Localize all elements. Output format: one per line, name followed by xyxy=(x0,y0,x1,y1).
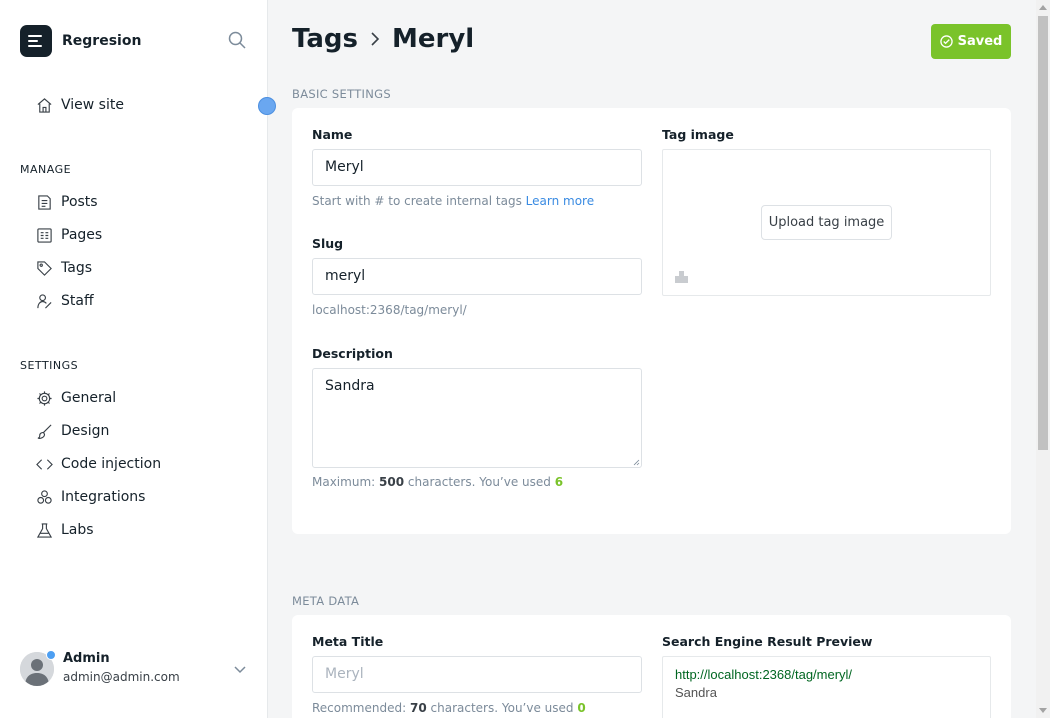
main-content: Tags Meryl Saved BASIC SETTINGS Name Mer… xyxy=(268,0,1036,718)
nav-design-label: Design xyxy=(61,423,110,439)
meta-title-hint: Recommended: 70 characters. You’ve used … xyxy=(312,701,586,715)
brand[interactable]: Regresion xyxy=(20,25,141,57)
integrations-icon xyxy=(37,489,52,504)
slug-label: Slug xyxy=(312,236,344,251)
learn-more-link[interactable]: Learn more xyxy=(526,194,594,208)
staff-icon xyxy=(37,293,52,309)
nav-general[interactable]: General xyxy=(36,387,116,409)
search-icon[interactable] xyxy=(228,31,246,49)
description-hint: Maximum: 500 characters. You’ve used 6 xyxy=(312,475,563,489)
page-title: Meryl xyxy=(392,24,475,54)
name-hint-text: Start with # to create internal tags xyxy=(312,194,522,208)
nav-posts[interactable]: Posts xyxy=(36,191,98,213)
settings-section-label: SETTINGS xyxy=(20,359,79,372)
nav-labs-label: Labs xyxy=(61,522,94,538)
meta-data-title: META DATA xyxy=(292,594,360,608)
flask-icon xyxy=(36,522,53,538)
meta-data-card: Meta Title Meryl Recommended: 70 charact… xyxy=(292,615,1011,718)
saved-button[interactable]: Saved xyxy=(931,24,1011,59)
desc-used-count: 6 xyxy=(554,475,564,489)
nav-labs[interactable]: Labs xyxy=(36,519,94,541)
serp-label: Search Engine Result Preview xyxy=(662,634,873,649)
description-textarea[interactable]: Sandra xyxy=(312,368,642,468)
brush-icon xyxy=(37,423,52,439)
slug-input[interactable]: meryl xyxy=(312,258,642,295)
notification-dot xyxy=(46,650,56,660)
nav-pages[interactable]: Pages xyxy=(36,224,102,246)
chevron-right-icon xyxy=(371,32,380,46)
image-placeholder-icon xyxy=(675,271,688,283)
nav-tags-label: Tags xyxy=(61,260,92,276)
tag-image-dropzone[interactable]: Upload tag image xyxy=(662,149,991,296)
nav-posts-label: Posts xyxy=(61,194,98,210)
posts-icon xyxy=(38,194,51,210)
nav-integrations[interactable]: Integrations xyxy=(36,486,145,508)
saved-label: Saved xyxy=(957,34,1003,49)
slug-url: localhost:2368/tag/meryl/ xyxy=(312,303,467,317)
nav-general-label: General xyxy=(61,390,117,406)
name-input[interactable]: Meryl xyxy=(312,149,642,186)
nav-code-injection[interactable]: Code injection xyxy=(36,453,161,475)
check-circle-icon xyxy=(939,35,953,48)
code-icon xyxy=(36,458,53,470)
nav-tags[interactable]: Tags xyxy=(36,257,92,279)
pages-icon xyxy=(37,227,52,243)
nav-design[interactable]: Design xyxy=(36,420,109,442)
desc-hint-mid: characters. You’ve used xyxy=(407,475,551,489)
meta-used-count: 0 xyxy=(577,701,586,715)
home-icon xyxy=(37,97,52,113)
name-hint: Start with # to create internal tags Lea… xyxy=(312,194,594,208)
basic-settings-title: BASIC SETTINGS xyxy=(292,87,391,101)
name-label: Name xyxy=(312,127,353,142)
nav-staff-label: Staff xyxy=(61,293,94,309)
user-name: Admin xyxy=(63,651,110,666)
breadcrumb-tags-link[interactable]: Tags xyxy=(292,24,358,54)
serp-url: http://localhost:2368/tag/meryl/ xyxy=(675,667,853,682)
brand-title: Regresion xyxy=(62,33,142,49)
basic-settings-card: Name Meryl Start with # to create intern… xyxy=(292,108,1011,534)
brand-logo-icon xyxy=(20,25,52,57)
scrollbar-thumb[interactable] xyxy=(1038,16,1048,450)
nav-code-injection-label: Code injection xyxy=(61,456,162,472)
upload-tag-image-button[interactable]: Upload tag image xyxy=(761,205,892,240)
nav-integrations-label: Integrations xyxy=(61,489,146,505)
scroll-down-arrow-icon[interactable] xyxy=(1039,708,1047,713)
resize-grip-icon[interactable] xyxy=(633,459,640,466)
serp-description: Sandra xyxy=(675,685,717,700)
serp-preview: http://localhost:2368/tag/meryl/ Sandra xyxy=(662,656,991,718)
meta-title-label: Meta Title xyxy=(312,634,384,649)
sidebar: Regresion View site MANAGE Posts Pages T… xyxy=(0,0,268,718)
scroll-up-arrow-icon[interactable] xyxy=(1039,5,1047,10)
tag-image-label: Tag image xyxy=(662,127,734,142)
breadcrumb: Tags Meryl xyxy=(292,24,474,54)
nav-view-site-label: View site xyxy=(61,97,124,113)
meta-hint-count: 70 xyxy=(409,701,427,715)
description-value: Sandra xyxy=(325,378,375,394)
nav-staff[interactable]: Staff xyxy=(36,290,94,312)
nav-pages-label: Pages xyxy=(61,227,103,243)
meta-hint-prefix: Recommended: xyxy=(312,701,407,715)
desc-hint-prefix: Maximum: xyxy=(312,475,376,489)
meta-title-input[interactable]: Meryl xyxy=(312,656,642,693)
chevron-down-icon[interactable] xyxy=(233,662,247,676)
page-scrollbar[interactable] xyxy=(1036,0,1050,718)
user-email: admin@admin.com xyxy=(63,670,180,684)
nav-view-site[interactable]: View site xyxy=(36,94,124,116)
manage-section-label: MANAGE xyxy=(20,163,72,176)
tag-icon xyxy=(37,260,52,276)
desc-max: 500 xyxy=(379,475,405,489)
user-menu[interactable]: Admin admin@admin.com xyxy=(20,650,250,690)
gear-icon xyxy=(37,390,52,406)
meta-hint-mid: characters. You’ve used xyxy=(430,701,574,715)
description-label: Description xyxy=(312,346,393,361)
